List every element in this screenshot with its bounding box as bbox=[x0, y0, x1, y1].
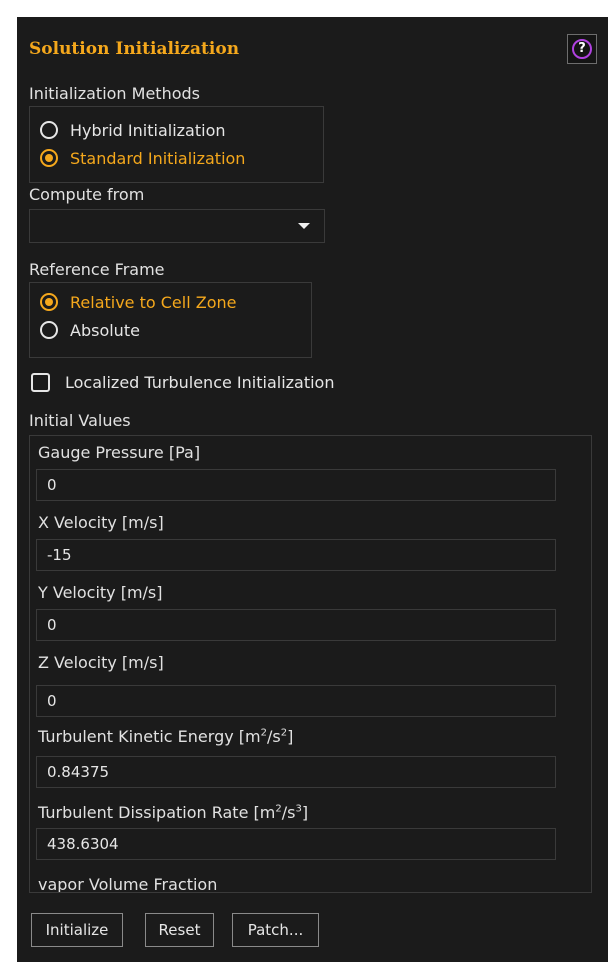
reference-frame-group: Relative to Cell Zone Absolute bbox=[29, 282, 312, 358]
radio-label: Standard Initialization bbox=[70, 148, 246, 168]
radio-label: Hybrid Initialization bbox=[70, 120, 226, 140]
panel-title: Solution Initialization bbox=[29, 39, 240, 59]
initial-values-list: Gauge Pressure [Pa] 0 X Velocity [m/s] -… bbox=[29, 435, 592, 893]
turbulent-dissipation-rate-input[interactable]: 438.6304 bbox=[36, 828, 556, 860]
radio-relative-to-cell-zone[interactable]: Relative to Cell Zone bbox=[40, 291, 236, 313]
help-icon: ? bbox=[572, 39, 592, 59]
vapor-volume-fraction-label: vapor Volume Fraction bbox=[38, 875, 218, 893]
radio-label: Absolute bbox=[70, 320, 140, 340]
radio-label: Relative to Cell Zone bbox=[70, 292, 237, 312]
gauge-pressure-label: Gauge Pressure [Pa] bbox=[38, 443, 201, 462]
initialization-methods-label: Initialization Methods bbox=[29, 84, 200, 103]
radio-selected-icon bbox=[40, 149, 58, 167]
y-velocity-input[interactable]: 0 bbox=[36, 609, 556, 641]
x-velocity-label: X Velocity [m/s] bbox=[38, 513, 164, 532]
compute-from-dropdown[interactable] bbox=[29, 209, 325, 243]
gauge-pressure-input[interactable]: 0 bbox=[36, 469, 556, 501]
initial-values-label: Initial Values bbox=[29, 411, 131, 430]
z-velocity-label: Z Velocity [m/s] bbox=[38, 653, 164, 672]
chevron-down-icon bbox=[298, 223, 310, 229]
turbulent-kinetic-energy-input[interactable]: 0.84375 bbox=[36, 756, 556, 788]
checkbox-label: Localized Turbulence Initialization bbox=[65, 372, 335, 392]
radio-absolute[interactable]: Absolute bbox=[40, 319, 140, 341]
reference-frame-label: Reference Frame bbox=[29, 260, 165, 279]
turbulent-dissipation-rate-label: Turbulent Dissipation Rate [m2/s3] bbox=[38, 803, 309, 822]
solution-initialization-panel: Solution Initialization ? Initialization… bbox=[17, 17, 608, 962]
checkbox-unchecked-icon bbox=[31, 372, 50, 392]
y-velocity-label: Y Velocity [m/s] bbox=[38, 583, 163, 602]
turbulent-kinetic-energy-label: Turbulent Kinetic Energy [m2/s2] bbox=[38, 727, 294, 746]
radio-unselected-icon bbox=[40, 321, 58, 339]
localized-turbulence-checkbox[interactable]: Localized Turbulence Initialization bbox=[31, 370, 334, 394]
radio-unselected-icon bbox=[40, 121, 58, 139]
radio-selected-icon bbox=[40, 293, 58, 311]
compute-from-label: Compute from bbox=[29, 185, 145, 204]
radio-hybrid-initialization[interactable]: Hybrid Initialization bbox=[40, 119, 226, 141]
z-velocity-input[interactable]: 0 bbox=[36, 685, 556, 717]
patch-button[interactable]: Patch... bbox=[232, 913, 319, 947]
initial-values-scrollbar[interactable] bbox=[591, 436, 592, 893]
reset-button[interactable]: Reset bbox=[145, 913, 214, 947]
initialize-button[interactable]: Initialize bbox=[31, 913, 123, 947]
radio-standard-initialization[interactable]: Standard Initialization bbox=[40, 147, 245, 169]
help-button[interactable]: ? bbox=[567, 34, 597, 64]
x-velocity-input[interactable]: -15 bbox=[36, 539, 556, 571]
initialization-methods-group: Hybrid Initialization Standard Initializ… bbox=[29, 106, 324, 183]
